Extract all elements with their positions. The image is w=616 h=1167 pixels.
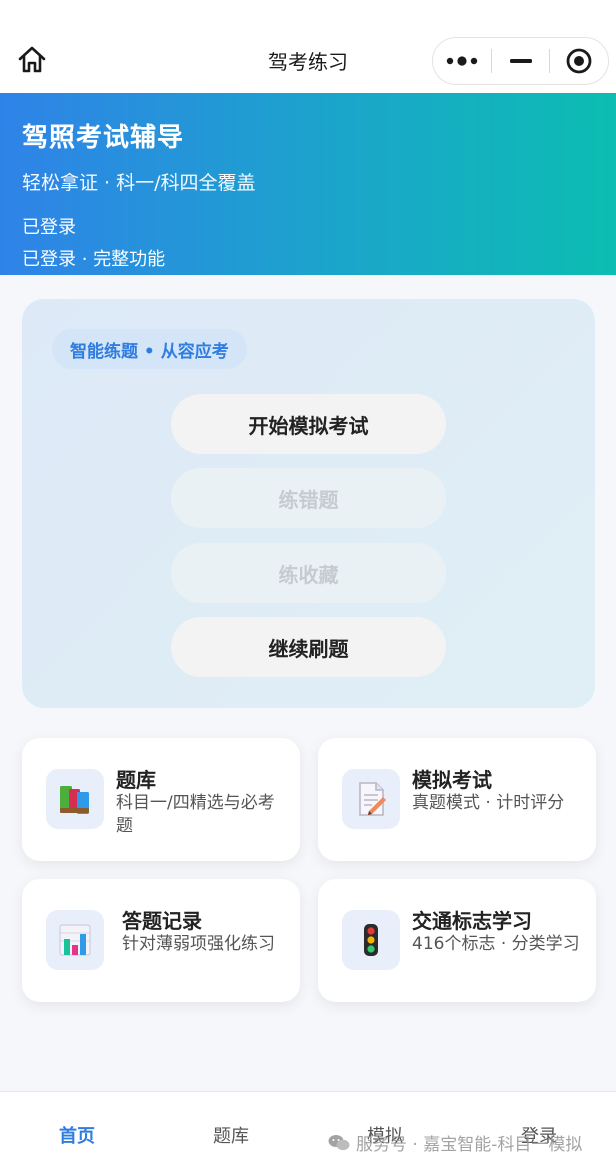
- practice-badge: 智能练题 • 从容应考: [52, 329, 247, 369]
- feature-title: 模拟考试: [412, 768, 492, 792]
- traffic-light-icon: [364, 924, 378, 956]
- login-status: 已登录: [22, 217, 76, 238]
- watermark-text: 服务号 · 嘉宝智能-科目一模拟: [356, 1135, 583, 1155]
- tab-question-bank[interactable]: 题库: [154, 1122, 308, 1148]
- feature-card-mock-exam[interactable]: 模拟考试 真题模式 · 计时评分: [318, 738, 596, 861]
- target-close-icon: [566, 48, 592, 74]
- feature-desc: 真题模式 · 计时评分: [412, 793, 565, 813]
- exam-paper-icon: [359, 782, 386, 816]
- feature-card-traffic-signs[interactable]: 交通标志学习 416个标志 · 分类学习: [318, 879, 596, 1002]
- feature-desc: 针对薄弱项强化练习: [122, 934, 275, 954]
- watermark: 服务号 · 嘉宝智能-科目一模拟: [328, 1130, 582, 1155]
- minimize-button[interactable]: [492, 38, 550, 84]
- feature-title: 交通标志学习: [412, 909, 532, 933]
- feature-icon-box: [342, 910, 400, 970]
- minimize-icon: [509, 59, 532, 63]
- feature-desc: 416个标志 · 分类学习: [412, 934, 580, 954]
- feature-icon-box: [46, 910, 104, 970]
- banner-subtitle: 轻松拿证 · 科一/科四全覆盖: [22, 172, 256, 194]
- bottom-tab-bar: 首页 题库 模拟 登录: [0, 1091, 616, 1167]
- feature-card-answer-record[interactable]: 答题记录 针对薄弱项强化练习: [22, 879, 300, 1002]
- feature-title: 答题记录: [122, 909, 202, 933]
- bar-chart-icon: [59, 924, 91, 956]
- feature-desc: 科目一/四精选与必考题: [116, 793, 275, 836]
- more-button[interactable]: [433, 38, 491, 84]
- practice-card: 智能练题 • 从容应考 开始模拟考试 练错题 练收藏 继续刷题: [22, 299, 595, 708]
- practice-favorites-button[interactable]: 练收藏: [171, 543, 446, 603]
- feature-icon-box: [46, 769, 104, 829]
- wechat-icon: [328, 1134, 350, 1150]
- top-nav-bar: 驾考练习: [0, 0, 616, 93]
- header-banner: 驾照考试辅导 轻松拿证 · 科一/科四全覆盖 已登录 已登录 · 完整功能: [0, 93, 616, 275]
- feature-title: 题库: [116, 768, 156, 792]
- feature-icon-box: [342, 769, 400, 829]
- books-icon: [60, 786, 89, 814]
- login-status-detail: 已登录 · 完整功能: [22, 249, 166, 270]
- start-mock-exam-button[interactable]: 开始模拟考试: [171, 394, 446, 454]
- mini-program-capsule: [432, 37, 609, 85]
- practice-wrong-button[interactable]: 练错题: [171, 468, 446, 528]
- more-dots-icon: [446, 56, 478, 66]
- tab-home[interactable]: 首页: [0, 1122, 154, 1148]
- banner-title: 驾照考试辅导: [22, 123, 185, 153]
- continue-practice-button[interactable]: 继续刷题: [171, 617, 446, 677]
- feature-card-question-bank[interactable]: 题库 科目一/四精选与必考题: [22, 738, 300, 861]
- close-button[interactable]: [550, 38, 608, 84]
